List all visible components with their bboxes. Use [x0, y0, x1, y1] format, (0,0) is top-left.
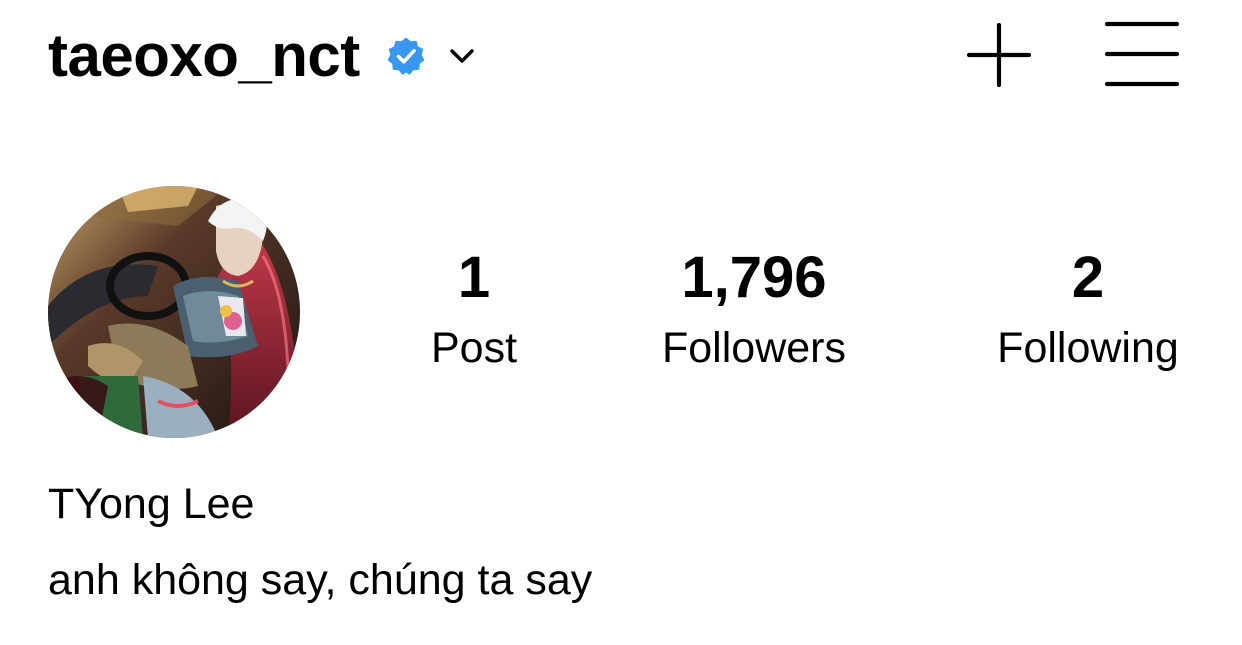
username: taeoxo_nct [48, 22, 360, 89]
followers-label: Followers [662, 324, 846, 372]
following-stat[interactable]: 2 Following [958, 240, 1218, 378]
posts-stat[interactable]: 1 Post [344, 240, 604, 378]
posts-count: 1 [457, 245, 491, 310]
chevron-down-icon [450, 49, 474, 63]
followers-count: 1,796 [681, 245, 827, 310]
plus-icon[interactable] [966, 22, 1032, 88]
followers-stat[interactable]: 1,796 Followers [624, 240, 884, 378]
following-count: 2 [1071, 245, 1105, 310]
menu-icon[interactable] [1104, 20, 1180, 88]
display-name: TYong Lee [48, 480, 255, 528]
profile-photo [48, 186, 300, 438]
profile-header: taeoxo_nct [0, 0, 1242, 110]
bio-text: anh không say, chúng ta say [48, 556, 593, 604]
account-switcher[interactable]: taeoxo_nct [48, 18, 478, 94]
verified-badge-icon [387, 37, 425, 75]
posts-label: Post [430, 324, 518, 372]
avatar[interactable] [48, 186, 300, 438]
following-label: Following [997, 324, 1179, 372]
